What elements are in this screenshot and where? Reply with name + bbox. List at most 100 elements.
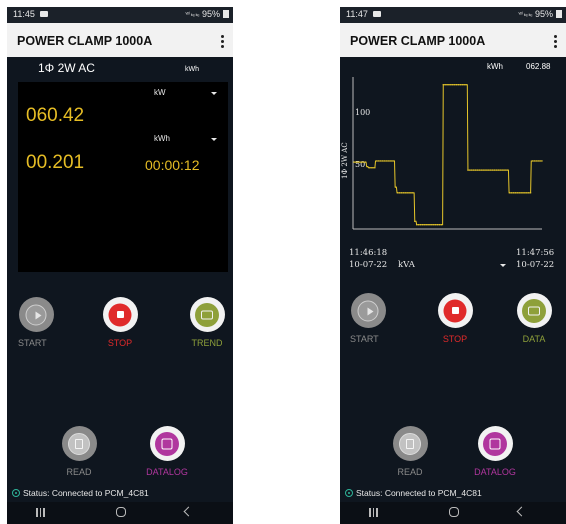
read-circle[interactable] (392, 426, 428, 461)
data-point (490, 169, 492, 171)
data-point (377, 160, 380, 162)
dropdown-arrow-icon[interactable] (211, 92, 217, 95)
stop-button[interactable]: STOP (425, 293, 485, 344)
trend-circle[interactable] (189, 297, 225, 332)
data-point (425, 224, 427, 226)
battery-percent: 95% (534, 9, 553, 19)
read-button[interactable]: READ (49, 426, 109, 477)
data-point (383, 160, 386, 162)
battery-icon (556, 10, 562, 18)
gallery-notification-icon (373, 11, 381, 17)
monitor-icon (522, 298, 546, 323)
home-icon[interactable] (449, 507, 459, 517)
battery-percent: 95% (201, 9, 220, 19)
status-bar: 11:45 ᵛᵒ⁾ ₗₜₑ ₗₜₑ 95% (7, 7, 233, 23)
data-point (395, 186, 397, 188)
trend-chart-icon (195, 302, 219, 327)
data-point (366, 165, 368, 168)
unit-select-1[interactable]: kW (154, 88, 166, 97)
start-circle[interactable] (350, 293, 386, 328)
stop-icon (443, 299, 467, 322)
data-point (408, 192, 410, 194)
read-button[interactable]: READ (380, 426, 440, 477)
start-label: START (350, 334, 379, 344)
time-end: 11:47:56 (516, 248, 555, 258)
data-point (368, 167, 370, 169)
start-button[interactable]: START (7, 297, 66, 348)
home-icon[interactable] (116, 507, 126, 517)
data-point (370, 167, 372, 169)
more-vertical-icon[interactable] (554, 35, 558, 48)
data-point (497, 169, 500, 171)
top-unit-label: kWh (185, 66, 199, 73)
data-point (362, 161, 365, 163)
data-point (433, 224, 435, 226)
data-point (414, 220, 416, 223)
data-point (423, 224, 425, 226)
recents-icon[interactable] (369, 508, 378, 517)
read-circle[interactable] (61, 426, 97, 461)
stop-circle[interactable] (437, 293, 473, 328)
start-circle[interactable] (18, 297, 54, 332)
trend-button[interactable]: TREND (177, 297, 233, 348)
start-button[interactable]: START (340, 293, 398, 344)
trend-chart: kWh 062.88 100 50 1Φ 2W AC (340, 57, 566, 247)
status-text: Status: Connected to PCM_4C81 (23, 488, 149, 498)
datalog-button[interactable]: DATALOG (465, 426, 525, 477)
stop-circle[interactable] (102, 297, 138, 332)
measurement-display: kW 060.42 kWh 00.201 00:00:12 (18, 82, 228, 272)
data-point (474, 169, 477, 171)
connection-status: Status: Connected to PCM_4C81 (345, 488, 482, 498)
datalog-circle[interactable] (477, 426, 513, 461)
datalog-circle[interactable] (149, 426, 185, 461)
left-phone-screen: 11:45 ᵛᵒ⁾ ₗₜₑ ₗₜₑ 95% POWER CLAMP 1000A … (7, 7, 233, 524)
data-point (531, 160, 534, 162)
data-point (484, 169, 486, 171)
data-point (417, 224, 420, 226)
data-point (376, 160, 378, 162)
data-point (442, 83, 444, 86)
nav-bar (7, 502, 233, 524)
unit-select-2[interactable]: kWh (154, 134, 170, 143)
data-point (438, 224, 441, 226)
right-phone-screen: 11:47 ᵛᵒ⁾ ₗₜₑ ₗₜₑ 95% POWER CLAMP 1000A … (340, 7, 566, 524)
data-point (469, 169, 471, 171)
data-point (410, 192, 412, 194)
data-point (476, 169, 479, 171)
y-tick-50: 50 (355, 160, 365, 169)
unit-select-value[interactable]: kVA (398, 260, 415, 270)
back-icon[interactable] (183, 506, 194, 517)
trend-label: TREND (191, 338, 223, 348)
more-vertical-icon[interactable] (221, 35, 225, 48)
battery-icon (223, 10, 229, 18)
dropdown-arrow-icon[interactable] (211, 138, 217, 141)
data-point (539, 160, 541, 162)
datalog-button[interactable]: DATALOG (137, 426, 197, 477)
data-point (488, 169, 490, 171)
save-disk-icon (483, 431, 507, 456)
signal-cluster: ᵛᵒ⁾ ₗₜₑ ₗₜₑ 95% (518, 9, 562, 19)
signal-cluster: ᵛᵒ⁾ ₗₜₑ ₗₜₑ 95% (185, 9, 229, 19)
data-point (493, 169, 496, 171)
data-point (541, 160, 543, 162)
data-circle[interactable] (516, 293, 552, 328)
data-button[interactable]: DATA (504, 293, 564, 344)
trend-chart-svg: kWh 062.88 100 50 1Φ 2W AC (341, 62, 551, 230)
document-icon (399, 432, 421, 455)
stop-button[interactable]: STOP (90, 297, 150, 348)
back-icon[interactable] (516, 506, 527, 517)
data-point (398, 192, 401, 194)
chart-energy-value: 062.88 (526, 62, 551, 71)
data-point (512, 192, 515, 194)
data-point (472, 169, 475, 171)
data-point (374, 167, 376, 169)
data-point (452, 83, 454, 86)
data-point (396, 192, 399, 194)
data-point (507, 169, 509, 171)
dropdown-arrow-icon[interactable] (500, 264, 506, 267)
data-point (505, 169, 507, 171)
data-point (353, 161, 355, 163)
data-point (444, 83, 446, 86)
connected-indicator-icon (12, 489, 20, 497)
recents-icon[interactable] (36, 508, 45, 517)
